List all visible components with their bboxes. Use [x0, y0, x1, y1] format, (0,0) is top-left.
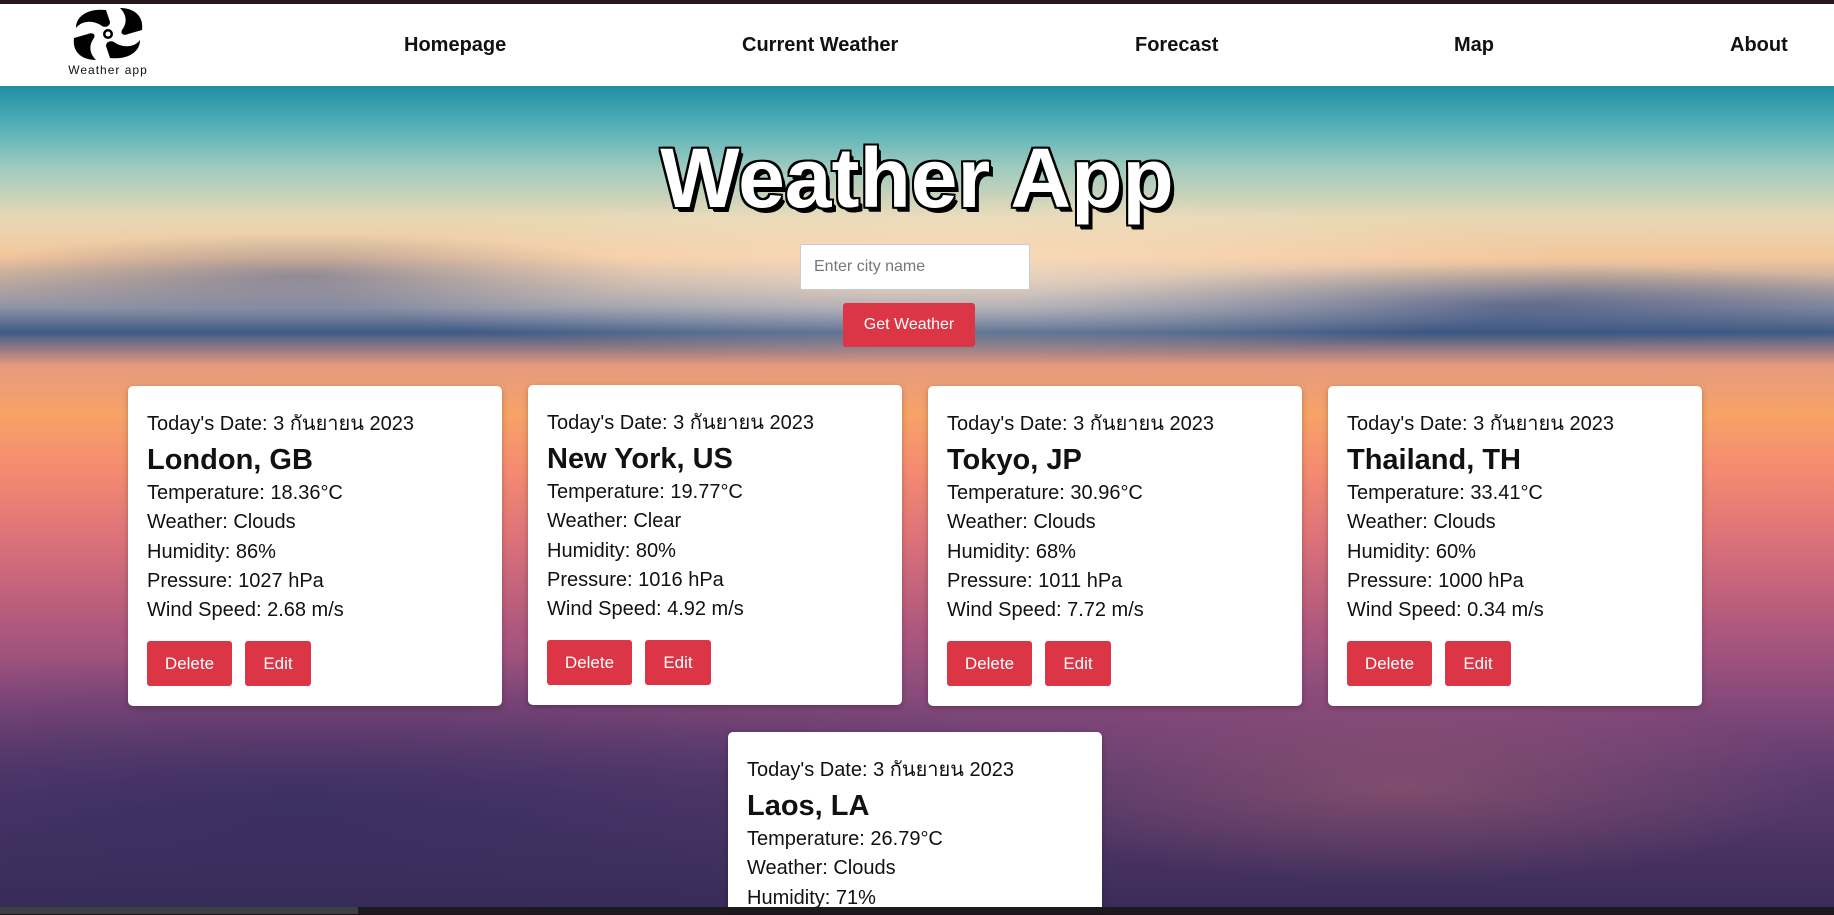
card-pressure: Pressure: 1011 hPa	[947, 569, 1123, 592]
card-city: Tokyo, JP	[947, 444, 1082, 476]
card-date: Today's Date: 3 กันยายน 2023	[147, 413, 414, 435]
card-weather: Weather: Clear	[547, 510, 682, 533]
card-wind-speed: Wind Speed: 7.72 m/s	[947, 599, 1144, 622]
nav-homepage[interactable]: Homepage	[404, 34, 506, 57]
card-temperature: Temperature: 18.36°C	[147, 482, 343, 504]
weather-card-laos: Today's Date: 3 กันยายน 2023 Laos, LA Te…	[728, 732, 1102, 909]
swirl-logo-icon	[73, 8, 143, 60]
card-date: Today's Date: 3 กันยายน 2023	[947, 413, 1214, 435]
card-date: Today's Date: 3 กันยายน 2023	[1347, 413, 1614, 435]
card-temperature: Temperature: 19.77°C	[547, 481, 743, 503]
card-date: Today's Date: 3 กันยายน 2023	[547, 412, 814, 434]
card-temperature: Temperature: 26.79°C	[747, 828, 943, 850]
card-weather: Weather: Clouds	[1347, 511, 1496, 534]
card-humidity: Humidity: 86%	[147, 540, 276, 563]
card-wind-speed: Wind Speed: 4.92 m/s	[547, 598, 744, 621]
weather-card-london: Today's Date: 3 กันยายน 2023 London, GB …	[128, 386, 502, 706]
card-temperature: Temperature: 33.41°C	[1347, 482, 1543, 504]
edit-button[interactable]: Edit	[1045, 641, 1111, 686]
edit-button[interactable]: Edit	[645, 640, 711, 685]
delete-button[interactable]: Delete	[1347, 641, 1432, 686]
delete-button[interactable]: Delete	[147, 641, 232, 686]
edit-button[interactable]: Edit	[1445, 641, 1511, 686]
weather-card-tokyo: Today's Date: 3 กันยายน 2023 Tokyo, JP T…	[928, 386, 1302, 706]
card-date: Today's Date: 3 กันยายน 2023	[747, 759, 1014, 781]
card-pressure: Pressure: 1016 hPa	[547, 568, 724, 591]
card-pressure: Pressure: 1027 hPa	[147, 569, 324, 592]
card-city: Laos, LA	[747, 790, 870, 822]
window-bottom-strip	[0, 907, 1834, 914]
nav-about[interactable]: About	[1730, 34, 1788, 57]
navbar: Weather app Homepage Current Weather For…	[0, 4, 1834, 86]
delete-button[interactable]: Delete	[947, 641, 1032, 686]
card-pressure: Pressure: 1000 hPa	[1347, 569, 1524, 592]
logo[interactable]: Weather app	[58, 6, 158, 80]
city-search-input[interactable]	[800, 244, 1030, 290]
card-humidity: Humidity: 60%	[1347, 540, 1476, 563]
weather-card-thailand: Today's Date: 3 กันยายน 2023 Thailand, T…	[1328, 386, 1702, 706]
card-city: New York, US	[547, 443, 733, 475]
card-wind-speed: Wind Speed: 2.68 m/s	[147, 599, 344, 622]
card-city: London, GB	[147, 444, 313, 476]
taskbar-segment	[0, 907, 358, 914]
nav-forecast[interactable]: Forecast	[1135, 34, 1218, 57]
card-humidity: Humidity: 80%	[547, 539, 676, 562]
card-weather: Weather: Clouds	[747, 857, 896, 880]
nav-current-weather[interactable]: Current Weather	[742, 34, 898, 57]
card-temperature: Temperature: 30.96°C	[947, 482, 1143, 504]
card-wind-speed: Wind Speed: 0.34 m/s	[1347, 599, 1544, 622]
card-humidity: Humidity: 68%	[947, 540, 1076, 563]
nav-map[interactable]: Map	[1454, 34, 1494, 57]
card-weather: Weather: Clouds	[147, 511, 296, 534]
page-title: Weather App	[660, 131, 1174, 225]
logo-text: Weather app	[68, 63, 148, 77]
card-weather: Weather: Clouds	[947, 511, 1096, 534]
edit-button[interactable]: Edit	[245, 641, 311, 686]
get-weather-button[interactable]: Get Weather	[843, 303, 975, 347]
card-city: Thailand, TH	[1347, 444, 1521, 476]
delete-button[interactable]: Delete	[547, 640, 632, 685]
weather-card-new-york: Today's Date: 3 กันยายน 2023 New York, U…	[528, 385, 902, 705]
